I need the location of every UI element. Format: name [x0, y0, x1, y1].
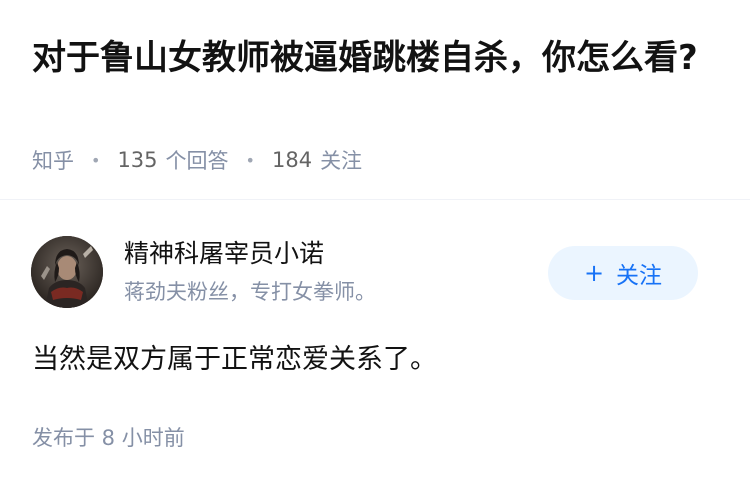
- avatar[interactable]: [31, 236, 103, 308]
- answer-count[interactable]: 135: [117, 148, 157, 172]
- author-bio: 蒋劲夫粉丝，专打女拳师。: [124, 280, 376, 304]
- follower-count[interactable]: 184: [272, 148, 312, 172]
- separator-dot: •: [91, 150, 101, 170]
- author-name[interactable]: 精神科屠宰员小诺: [124, 236, 324, 272]
- source-label[interactable]: 知乎: [32, 145, 74, 175]
- question-title[interactable]: 对于鲁山女教师被逼婚跳楼自杀，你怎么看?: [32, 34, 722, 82]
- follow-button-label: 关注: [616, 263, 663, 289]
- publish-time: 发布于 8 小时前: [32, 426, 185, 450]
- question-meta: 知乎 • 135 个回答 • 184 关注: [32, 143, 362, 177]
- answer-content: 当然是双方属于正常恋爱关系了。: [32, 344, 437, 375]
- answer-count-label[interactable]: 个回答: [166, 145, 229, 175]
- avatar-image: [31, 236, 103, 308]
- follow-button[interactable]: + 关注: [548, 246, 698, 300]
- plus-icon: +: [583, 259, 605, 287]
- separator-dot: •: [245, 150, 255, 170]
- section-divider: [0, 199, 750, 200]
- follower-count-label[interactable]: 关注: [320, 145, 362, 175]
- question-header: 对于鲁山女教师被逼婚跳楼自杀，你怎么看?: [32, 34, 722, 82]
